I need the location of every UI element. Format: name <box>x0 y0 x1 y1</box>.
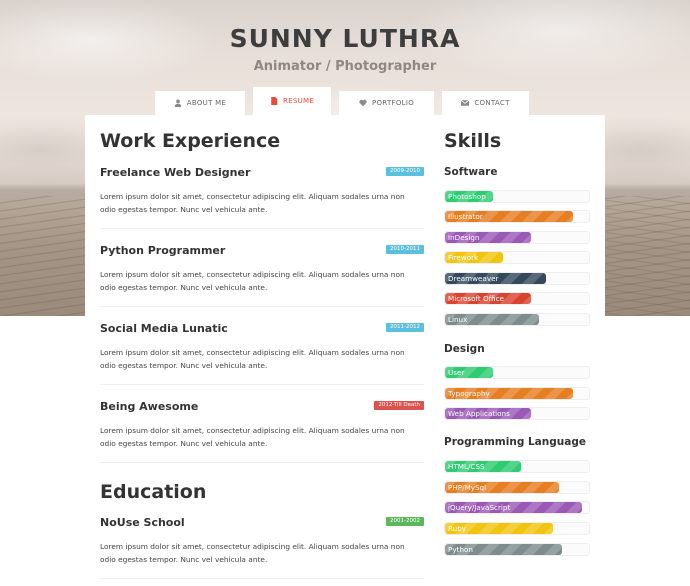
skill-label: Dreamweaver <box>448 274 499 283</box>
job-description: Lorem ipsum dolor sit amet, consectetur … <box>100 270 405 292</box>
skill-bar-track: Firework <box>444 251 590 264</box>
skill-bar-track: jQuery/JavaScript <box>444 501 590 514</box>
person-subtitle: Animator / Photographer <box>253 59 437 74</box>
skill-bar-fill: InDesign <box>445 232 532 243</box>
person-name: SUNNY LUTHRA <box>229 24 461 53</box>
skill-group-design-title: Design <box>444 343 485 355</box>
tab-label: CONTACT <box>474 99 510 107</box>
job-title: Freelance Web Designer <box>100 166 251 179</box>
skill-label: Web Applications <box>448 409 510 418</box>
skill-bar-fill: Photoshop <box>445 191 493 202</box>
skill-bar-fill: jQuery/JavaScript <box>445 502 582 513</box>
job-title: Python Programmer <box>100 244 226 257</box>
skill-bar-track: HTML/CSS <box>444 460 590 473</box>
skill-bar-fill: Illustrator <box>445 211 574 222</box>
period-badge: 2010-2011 <box>386 245 424 254</box>
header: SUNNY LUTHRA Animator / Photographer <box>0 24 690 74</box>
envelope-icon <box>461 99 470 106</box>
skill-label: Photoshop <box>448 192 486 201</box>
job-entry: Being Awesome 2012-Till Death Lorem ipsu… <box>100 400 424 448</box>
skill-bar-fill: PHP/MySql <box>445 482 559 493</box>
divider <box>100 228 424 229</box>
skill-label: Illustrator <box>448 212 483 221</box>
skill-bar-track: Photoshop <box>444 190 590 203</box>
school-title: NoUse School <box>100 516 185 529</box>
skill-bar-fill: Linux <box>445 314 539 325</box>
skill-group-programming-title: Programming Language <box>444 436 586 448</box>
divider <box>100 462 424 463</box>
skill-bar-fill: Dreamweaver <box>445 273 546 284</box>
job-entry: Freelance Web Designer 2009-2010 Lorem i… <box>100 166 424 214</box>
divider <box>100 306 424 307</box>
skill-bar-track: Typography <box>444 387 590 400</box>
skill-label: Firework <box>448 253 479 262</box>
skills-title: Skills <box>444 130 502 152</box>
tab-contact[interactable]: CONTACT <box>442 91 529 115</box>
skill-bar-track: PHP/MySql <box>444 481 590 494</box>
skill-bar-track: InDesign <box>444 231 590 244</box>
job-entry: Social Media Lunatic 2011-2012 Lorem ips… <box>100 322 424 370</box>
divider <box>100 578 424 579</box>
skill-label: Typography <box>448 389 490 398</box>
skill-group-software-title: Software <box>444 166 498 178</box>
skill-label: Python <box>448 545 473 554</box>
skill-bar-track: Microsoft Office <box>444 292 590 305</box>
skill-bar-fill: Ruby <box>445 523 553 534</box>
tab-label: ABOUT ME <box>186 99 227 107</box>
skill-bar-fill: User <box>445 367 493 378</box>
skill-bar-track: Linux <box>444 313 590 326</box>
document-icon <box>271 97 278 105</box>
tab-label: PORTFOLIO <box>371 99 415 107</box>
skill-label: Microsoft Office <box>448 294 504 303</box>
tab-label: RESUME <box>282 97 315 105</box>
work-experience-title: Work Experience <box>100 130 281 152</box>
tab-resume[interactable]: RESUME <box>253 87 331 115</box>
skill-label: jQuery/JavaScript <box>448 503 511 512</box>
skill-bar-fill: Typography <box>445 388 574 399</box>
education-description: Lorem ipsum dolor sit amet, consectetur … <box>100 542 405 564</box>
skill-bar-track: User <box>444 366 590 379</box>
period-badge: 2012-Till Death <box>374 401 424 410</box>
job-description: Lorem ipsum dolor sit amet, consectetur … <box>100 426 405 448</box>
heart-icon <box>359 99 367 107</box>
job-description: Lorem ipsum dolor sit amet, consectetur … <box>100 348 405 370</box>
skill-bar-fill: Web Applications <box>445 408 532 419</box>
period-badge: 2009-2010 <box>386 167 424 176</box>
education-title: Education <box>100 481 207 503</box>
skill-label: HTML/CSS <box>448 462 485 471</box>
skill-bar-fill: Microsoft Office <box>445 293 532 304</box>
period-badge: 2001-2002 <box>386 517 424 526</box>
divider <box>100 384 424 385</box>
job-entry: Python Programmer 2010-2011 Lorem ipsum … <box>100 244 424 292</box>
period-badge: 2011-2012 <box>386 323 424 332</box>
skill-label: PHP/MySql <box>448 483 487 492</box>
education-entry: NoUse School 2001-2002 Lorem ipsum dolor… <box>100 516 424 564</box>
skill-bar-track: Illustrator <box>444 210 590 223</box>
user-icon <box>174 99 182 107</box>
skill-bar-track: Web Applications <box>444 407 590 420</box>
tab-portfolio[interactable]: PORTFOLIO <box>339 91 434 115</box>
skill-bar-track: Ruby <box>444 522 590 535</box>
skill-label: Ruby <box>448 524 467 533</box>
tab-about-me[interactable]: ABOUT ME <box>155 91 245 115</box>
skill-label: User <box>448 368 465 377</box>
skill-label: InDesign <box>448 233 480 242</box>
skill-bar-fill: Python <box>445 544 562 555</box>
skill-label: Linux <box>448 315 468 324</box>
job-title: Social Media Lunatic <box>100 322 228 335</box>
job-description: Lorem ipsum dolor sit amet, consectetur … <box>100 192 405 214</box>
skill-bar-fill: HTML/CSS <box>445 461 522 472</box>
skill-bar-track: Python <box>444 543 590 556</box>
skill-bar-fill: Firework <box>445 252 503 263</box>
skill-bar-track: Dreamweaver <box>444 272 590 285</box>
